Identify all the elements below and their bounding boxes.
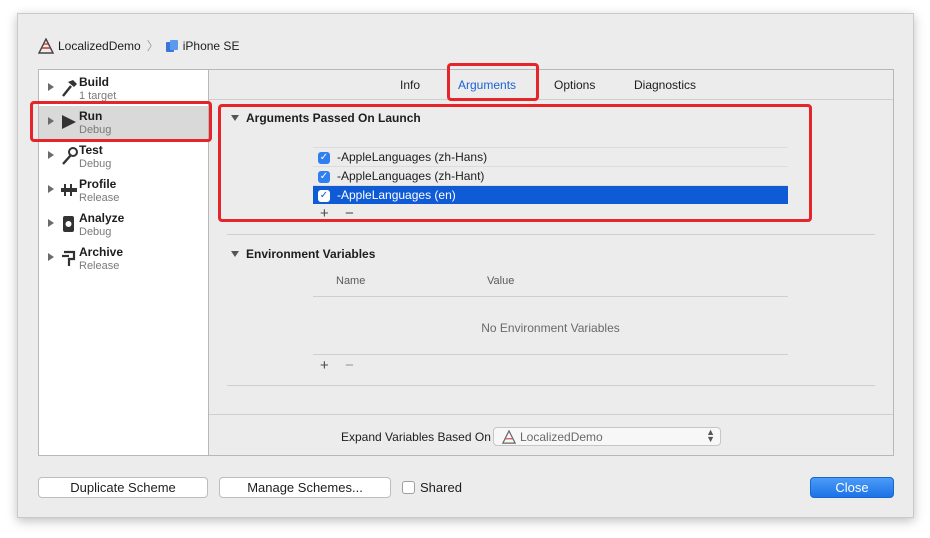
section-divider [227, 234, 875, 235]
chevron-up-down-icon: ▲ ▼ [706, 427, 715, 444]
xcode-project-icon [502, 430, 516, 444]
add-variable-button[interactable]: + [320, 357, 329, 374]
sidebar-item-analyze[interactable]: Analyze Debug [39, 208, 208, 242]
sidebar-item-archive[interactable]: Archive Release [39, 242, 208, 276]
breadcrumb-device[interactable]: iPhone SE [183, 39, 240, 53]
expand-variables-label: Expand Variables Based On [341, 430, 491, 444]
section-divider [227, 385, 875, 386]
sidebar-item-sublabel: Release [79, 260, 120, 272]
disclosure-triangle-icon[interactable] [48, 219, 54, 227]
sidebar-item-sublabel: Debug [79, 226, 112, 238]
breadcrumb-project[interactable]: LocalizedDemo [58, 39, 141, 53]
tab-options[interactable]: Options [554, 78, 595, 92]
expand-variables-popup[interactable]: LocalizedDemo ▲ ▼ [493, 427, 721, 446]
shared-checkbox[interactable] [402, 481, 415, 494]
remove-variable-button[interactable]: − [345, 357, 354, 374]
chevron-right-icon: 〉 [146, 39, 159, 53]
disclosure-triangle-icon[interactable] [48, 253, 54, 261]
gauge-icon [61, 184, 77, 196]
shared-label[interactable]: Shared [420, 480, 462, 495]
analyze-icon [63, 216, 74, 232]
manage-schemes-button[interactable]: Manage Schemes... [219, 477, 391, 498]
empty-environment-message: No Environment Variables [481, 321, 620, 335]
sidebar-item-label: Build [79, 75, 109, 89]
duplicate-scheme-button[interactable]: Duplicate Scheme [38, 477, 208, 498]
tab-diagnostics[interactable]: Diagnostics [634, 78, 696, 92]
panel-footer-divider [209, 414, 893, 415]
tab-bar: Info Arguments Options Diagnostics [209, 70, 893, 100]
sidebar-item-label: Archive [79, 245, 124, 259]
highlight-arguments-section [218, 104, 812, 222]
environment-section-title: Environment Variables [246, 247, 376, 261]
sidebar-item-test[interactable]: Test Debug [39, 140, 208, 174]
env-header-divider [313, 296, 788, 297]
disclosure-triangle-icon[interactable] [48, 185, 54, 193]
wrench-icon [62, 147, 78, 165]
sidebar-item-label: Profile [79, 177, 117, 191]
env-column-name[interactable]: Name [336, 275, 365, 287]
highlight-arguments-tab [447, 63, 539, 101]
sidebar-item-sublabel: Debug [79, 158, 112, 170]
device-icon [165, 39, 178, 52]
sidebar-item-profile[interactable]: Profile Release [39, 174, 208, 208]
highlight-run-item [30, 101, 212, 142]
archive-icon [62, 250, 76, 266]
xcode-project-icon [38, 37, 54, 54]
sidebar-item-label: Analyze [79, 211, 125, 225]
close-button[interactable]: Close [810, 477, 894, 498]
breadcrumb: LocalizedDemo 〉 iPhone SE [38, 37, 239, 54]
disclosure-triangle-icon[interactable] [231, 251, 239, 257]
disclosure-triangle-icon[interactable] [48, 83, 54, 91]
popup-value: LocalizedDemo [520, 430, 603, 444]
env-column-value[interactable]: Value [487, 275, 514, 287]
disclosure-triangle-icon[interactable] [48, 151, 54, 159]
hammer-icon [62, 80, 77, 97]
sidebar-item-label: Test [79, 143, 103, 157]
env-footer-divider [313, 354, 788, 355]
tab-info[interactable]: Info [400, 78, 420, 92]
sidebar-item-sublabel: Release [79, 192, 120, 204]
